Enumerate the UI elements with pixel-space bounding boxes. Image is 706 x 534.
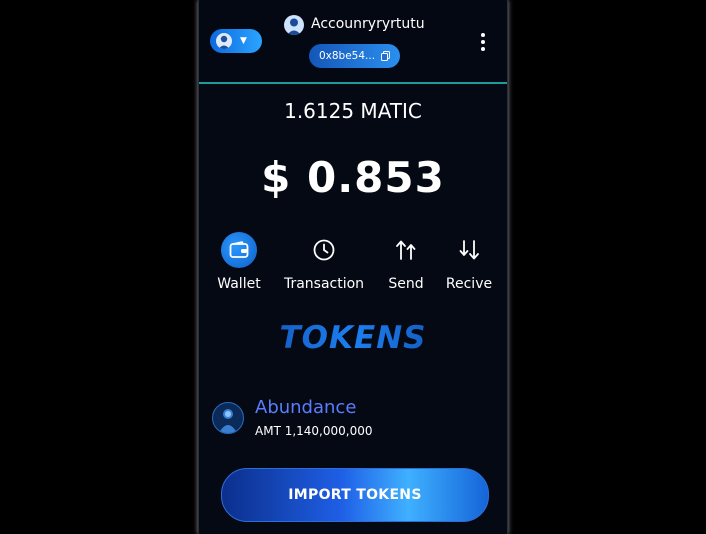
- address-copy-button[interactable]: 0x8be54...: [309, 44, 400, 68]
- wallet-panel: ▼ Accounryryrtutu 0x8be54... 1.6125 MATI…: [199, 0, 507, 534]
- receive-action-button[interactable]: Recive: [443, 232, 495, 292]
- user-avatar-icon: [216, 33, 232, 49]
- send-label: Send: [388, 276, 424, 292]
- token-avatar-icon: [212, 402, 244, 434]
- list-item[interactable]: Abundance AMT 1,140,000,000: [212, 397, 492, 441]
- wallet-icon: [221, 232, 257, 268]
- action-bar: Wallet Transaction Send Recive: [199, 232, 507, 296]
- receive-label: Recive: [445, 276, 493, 292]
- wallet-label: Wallet: [217, 276, 261, 292]
- tokens-heading: TOKENS: [199, 320, 507, 356]
- wallet-action-button[interactable]: Wallet: [210, 232, 268, 292]
- copy-icon: [381, 51, 391, 61]
- account-address: 0x8be54...: [318, 50, 376, 62]
- transaction-label: Transaction: [283, 276, 365, 292]
- send-action-button[interactable]: Send: [385, 232, 427, 292]
- account-avatar-icon: [284, 15, 304, 35]
- import-tokens-button[interactable]: IMPORT TOKENS: [221, 468, 489, 522]
- transaction-action-button[interactable]: Transaction: [281, 232, 367, 292]
- receive-arrows-icon: [451, 232, 487, 268]
- chevron-down-icon: ▼: [240, 36, 247, 46]
- kebab-menu-icon[interactable]: [478, 33, 488, 51]
- token-name: Abundance: [255, 397, 357, 418]
- send-arrows-icon: [388, 232, 424, 268]
- token-amount: AMT 1,140,000,000: [255, 424, 373, 438]
- usd-balance: $ 0.853: [261, 153, 445, 202]
- clock-icon: [306, 232, 342, 268]
- header-bar: ▼ Accounryryrtutu 0x8be54...: [199, 0, 507, 84]
- native-balance: 1.6125 MATIC: [284, 99, 422, 123]
- account-name[interactable]: Accounryryrtutu: [311, 16, 425, 32]
- network-selector-button[interactable]: ▼: [210, 29, 262, 53]
